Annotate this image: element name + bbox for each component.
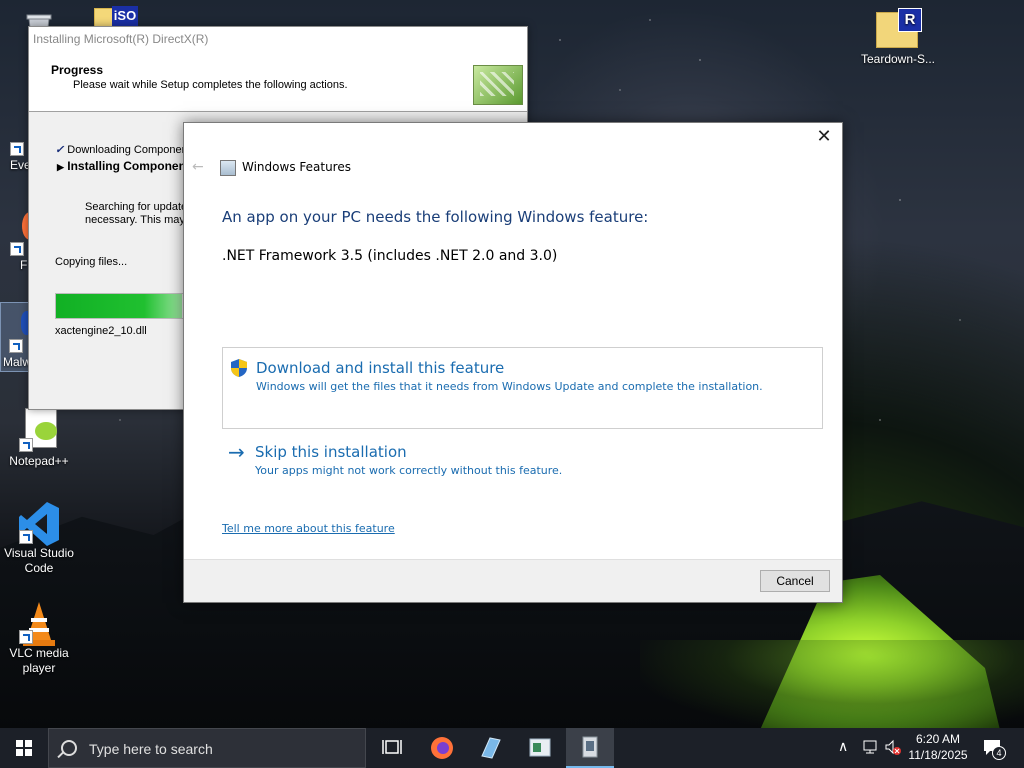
clock-date: 11/18/2025 [908,748,968,762]
shortcut-arrow-icon [19,530,33,544]
directx-logo-icon [473,65,523,105]
desktop-icon-teardown[interactable]: R Teardown-S... [858,6,938,67]
vscode-icon [17,500,61,546]
setup-taskbar-button[interactable] [566,728,614,768]
shortcut-arrow-icon [9,339,23,353]
searching-text: Searching for update necessary. This may [85,201,188,226]
search-placeholder: Type here to search [89,741,213,757]
windows-features-icon [220,160,236,176]
uac-shield-icon [231,359,247,377]
dialog-footer: Cancel [184,559,842,602]
arrow-right-icon: → [228,440,245,464]
grass-glow [640,640,1024,730]
skip-installation-description: Your apps might not work correctly witho… [255,464,563,477]
notepad-plus-plus-icon [17,408,61,452]
shortcut-arrow-icon [19,438,33,452]
back-arrow-icon[interactable]: ← [192,159,204,175]
folder-icon: R [874,6,922,50]
tell-me-more-link[interactable]: Tell me more about this feature [222,522,395,535]
notepad-taskbar-button[interactable] [466,728,514,768]
task-view-button[interactable] [368,728,416,768]
desktop-icon-label: Visual Studio Code [4,546,74,575]
step-installing: ▶ Installing Componen [57,159,186,173]
taskbar: Type here to search ∧ 6:20 AM 11/18/2025… [0,728,1024,768]
window-title: Installing Microsoft(R) DirectX(R) [29,27,527,51]
download-install-title: Download and install this feature [256,359,505,377]
notification-count-badge: 4 [992,746,1006,760]
cancel-button[interactable]: Cancel [760,570,830,592]
clock-time: 6:20 AM [915,732,961,746]
desktop-icon-label: Teardown-S... [860,52,936,66]
checkmark-icon: ✓ [55,144,65,156]
desktop-icon-vscode[interactable]: Visual Studio Code [2,500,76,576]
iso-badge: iSO [112,6,138,26]
directx-header: Progress Please wait while Setup complet… [29,51,527,112]
current-file-name: xactengine2_10.dll [55,325,147,337]
desktop-icon-vlc[interactable]: VLC media player [2,600,76,676]
shortcut-arrow-icon [10,142,24,156]
search-icon [61,740,77,756]
progress-heading: Progress [51,63,104,77]
download-install-description: Windows will get the files that it needs… [256,380,763,393]
dialog-message: An app on your PC needs the following Wi… [222,208,649,226]
triangle-right-icon: ▶ [57,162,64,172]
shortcut-arrow-icon [19,630,33,644]
r-badge: R [898,8,922,32]
progress-subheading: Please wait while Setup completes the fo… [73,79,348,91]
windows-logo-icon [16,740,32,756]
taskbar-clock[interactable]: 6:20 AM 11/18/2025 [900,731,976,763]
dialog-title: Windows Features [242,160,351,174]
network-icon[interactable] [862,738,880,768]
desktop-icon-notepad-plus-plus[interactable]: Notepad++ [2,408,76,469]
firefox-taskbar-button[interactable] [418,728,466,768]
shortcut-arrow-icon [10,242,24,256]
show-hidden-icons[interactable]: ∧ [838,738,848,768]
close-button[interactable]: ✕ [814,127,834,147]
notification-center-button[interactable]: 4 [982,737,1006,768]
desktop-icon-label: VLC media player [9,646,69,675]
start-button[interactable] [0,728,48,768]
skip-installation-title: Skip this installation [255,443,407,461]
vlc-cone-icon [17,600,61,646]
progress-fill [56,294,182,318]
setup-icon [582,736,598,758]
download-install-option[interactable]: Download and install this feature Window… [222,347,823,429]
feature-name: .NET Framework 3.5 (includes .NET 2.0 an… [222,248,558,264]
skip-installation-option[interactable]: → Skip this installation Your apps might… [222,441,821,481]
copying-files-text: Copying files... [55,256,128,268]
windows-features-dialog[interactable]: ✕ ← Windows Features An app on your PC n… [183,122,843,603]
window-app-icon [529,738,551,757]
taskbar-search-box[interactable]: Type here to search [48,728,366,768]
step-downloading: ✓ Downloading Componen [55,144,188,156]
firefox-icon [431,737,453,759]
desktop-icon-label: Notepad++ [9,454,69,468]
app-taskbar-button[interactable] [516,728,564,768]
notepad-icon [481,737,501,759]
task-view-icon [382,740,402,754]
